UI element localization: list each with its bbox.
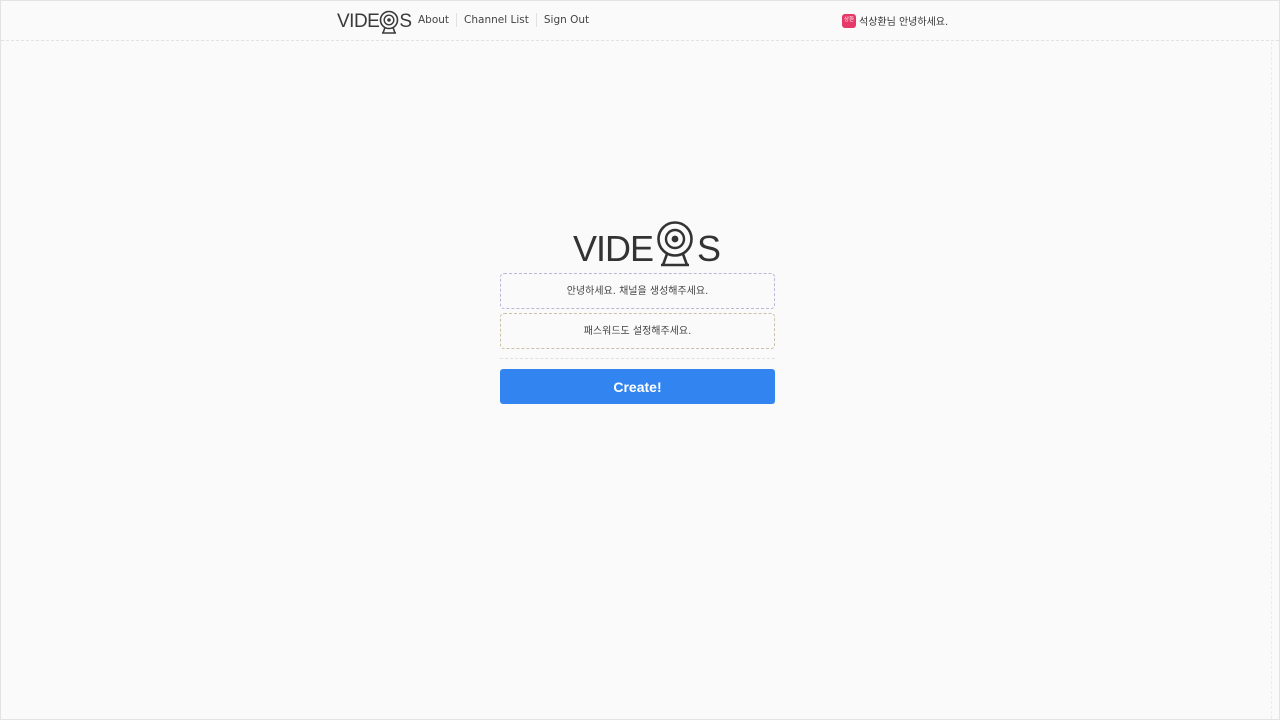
user-greeting: 상환 석상환님 안녕하세요. [842,13,948,28]
nav-sign-out[interactable]: Sign Out [537,13,596,27]
logo-text: VIDE [337,11,380,32]
nav-channel-list[interactable]: Channel List [457,13,536,27]
channel-name-input[interactable] [500,273,775,309]
nav-about[interactable]: About [411,13,456,27]
logo-text-end: S [399,11,412,32]
webcam-icon [380,10,399,34]
logo-link[interactable]: VIDE S [337,9,412,35]
scrollbar-track[interactable] [1271,42,1279,719]
avatar[interactable]: 상환 [842,13,856,28]
webcam-icon [657,221,693,267]
form-logo: VIDE S [573,219,721,269]
create-button[interactable]: Create! [500,369,775,404]
form-logo-text-end: S [697,228,721,269]
password-input[interactable] [500,313,775,349]
form-logo-text: VIDE [573,228,654,269]
top-navbar: VIDE S About Channel List Sign Out 상환 석상… [1,1,1279,41]
main-nav: About Channel List Sign Out [411,13,596,27]
user-greeting-text: 석상환님 안녕하세요. [859,17,949,28]
page: VIDE S About Channel List Sign Out 상환 석상… [0,0,1280,720]
form-divider [500,358,775,359]
